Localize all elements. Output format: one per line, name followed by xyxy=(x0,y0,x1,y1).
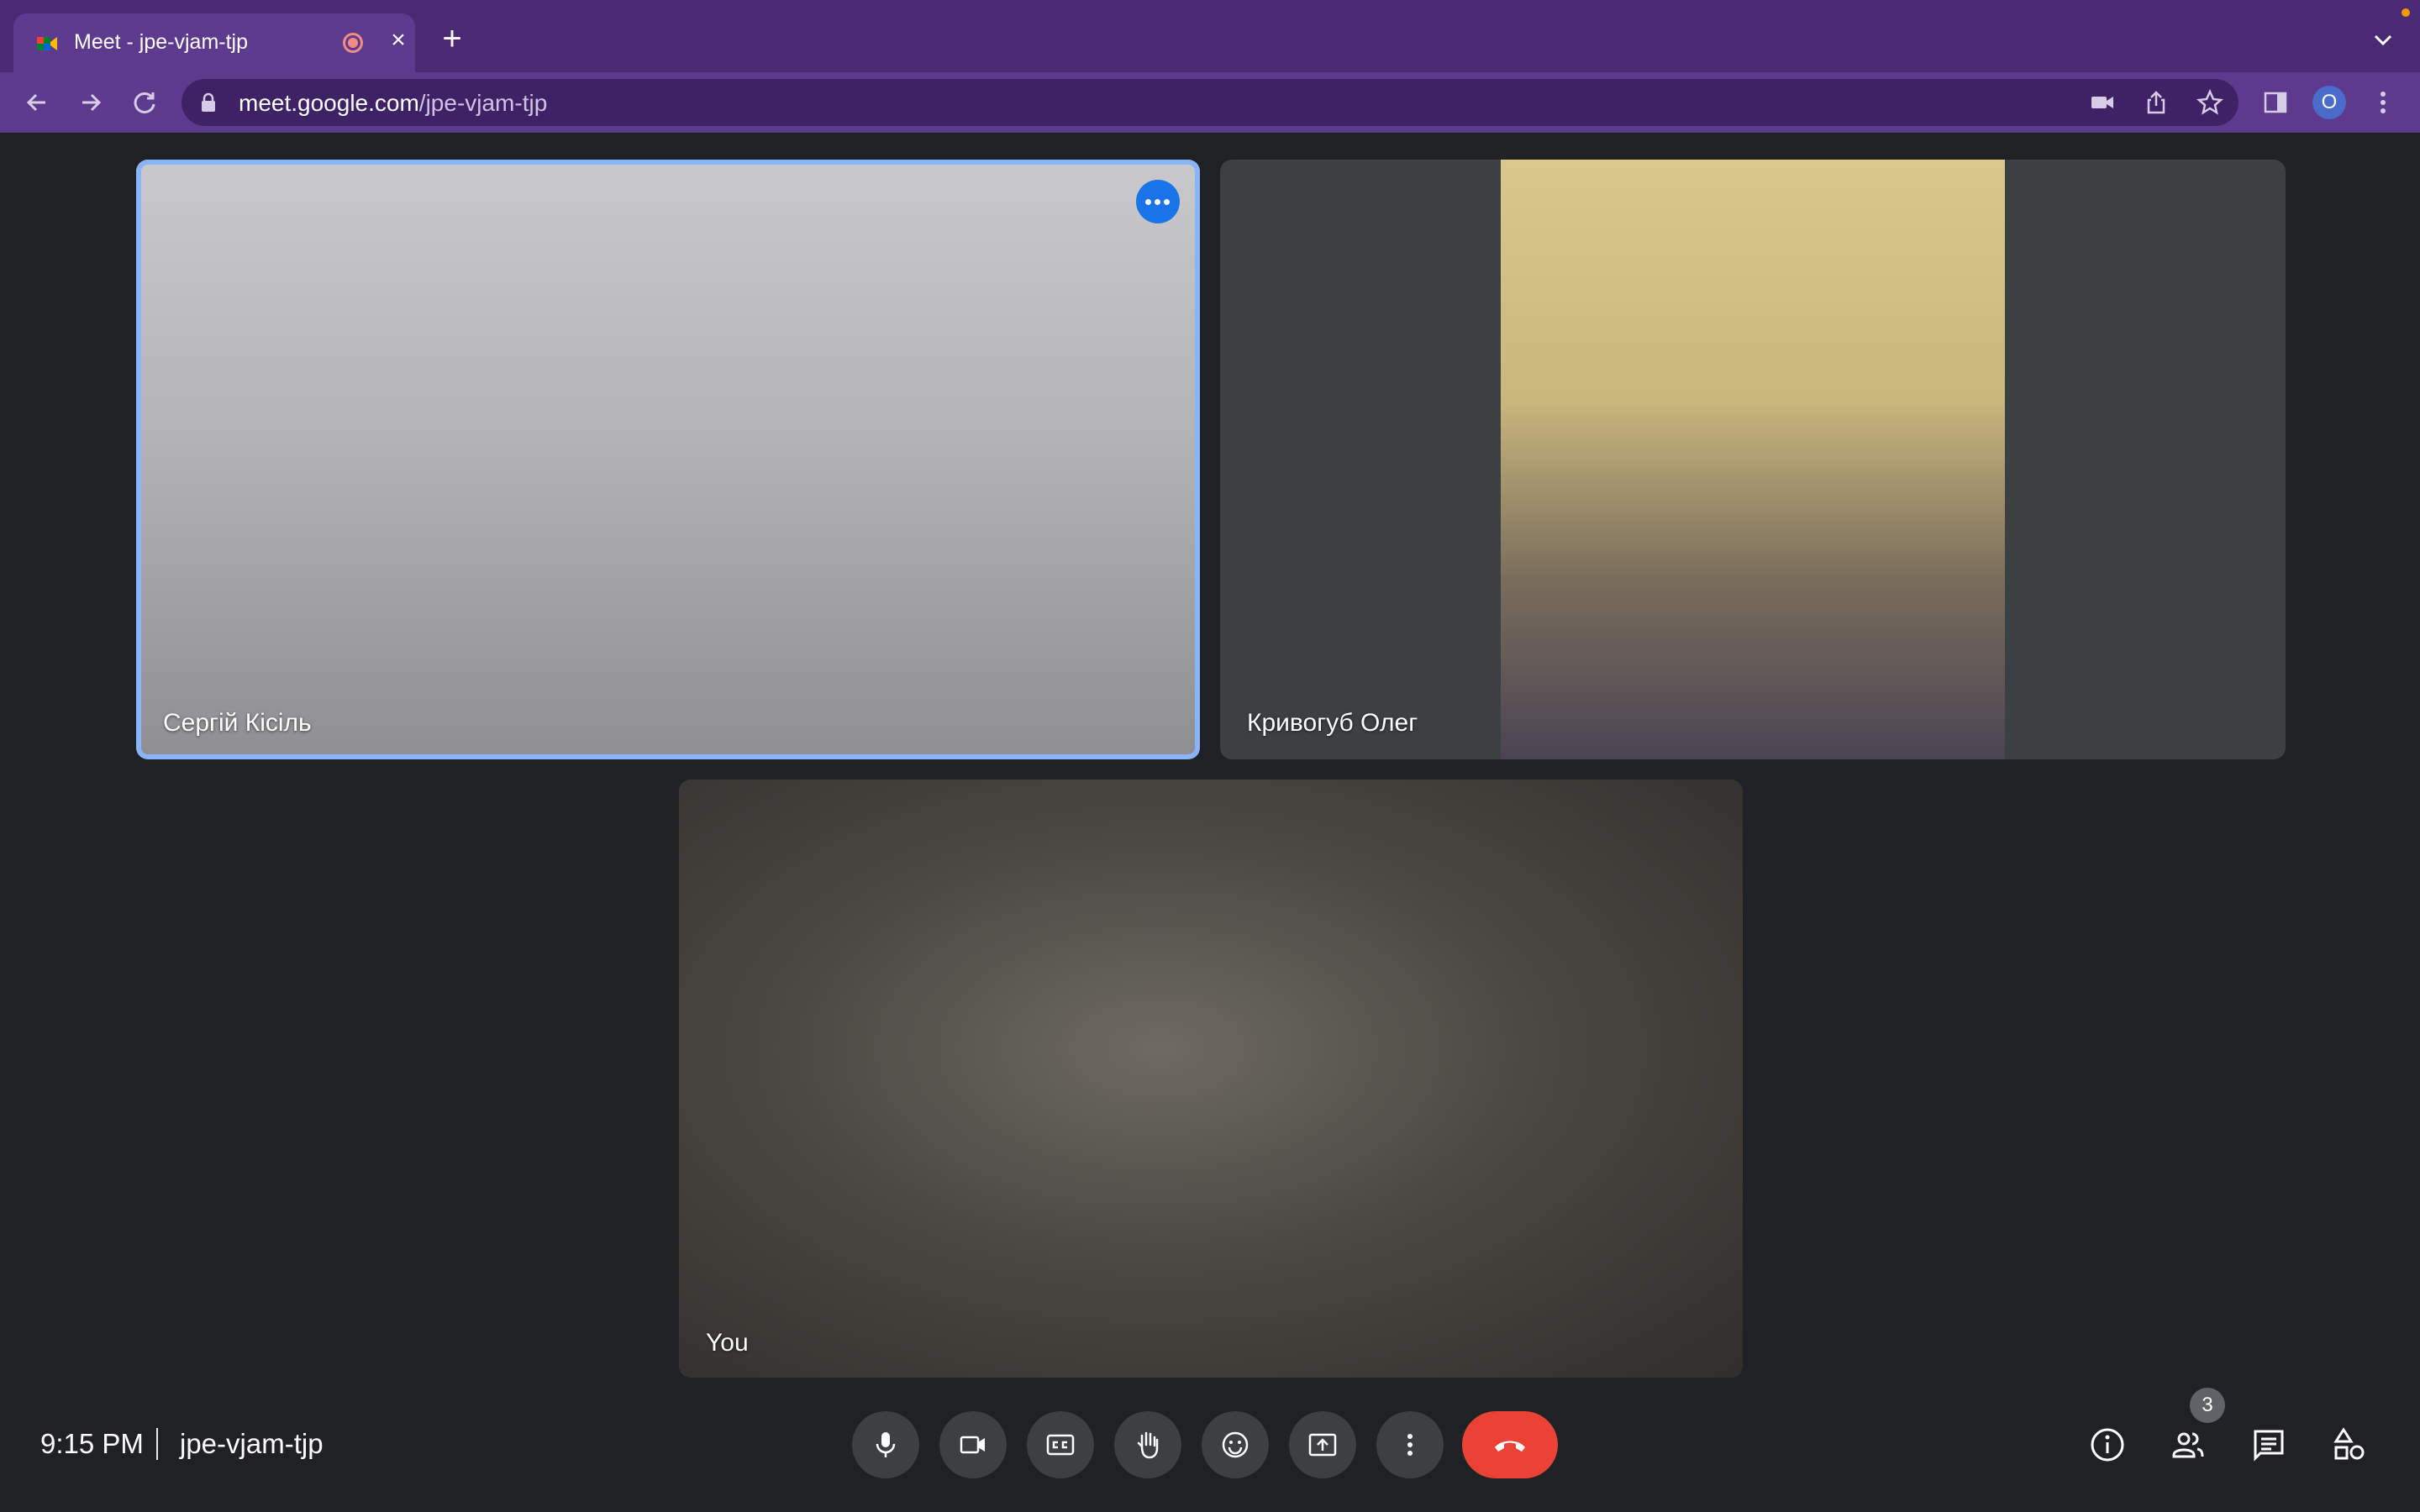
google-meet-favicon-icon xyxy=(37,37,57,50)
meeting-code: jpe-vjam-tjp xyxy=(180,1428,324,1459)
browser-tab-strip: Meet - jpe-vjam-tjp × + xyxy=(0,0,2420,72)
participant-name: Кривогуб Олег xyxy=(1247,709,1418,737)
tile-more-options-button[interactable] xyxy=(1136,180,1180,223)
participant-video xyxy=(679,780,1743,1378)
participant-tile-oleh[interactable]: Кривогуб Олег xyxy=(1220,160,2286,759)
participant-tile-sergii[interactable]: Сергій Кісіль xyxy=(136,160,1200,759)
people-icon[interactable] xyxy=(2168,1425,2208,1465)
captions-button[interactable] xyxy=(1027,1411,1094,1478)
profile-avatar[interactable]: O xyxy=(2312,86,2346,119)
kebab-menu-icon[interactable] xyxy=(2365,84,2402,121)
tab-search-chevron-icon[interactable] xyxy=(2368,25,2398,55)
new-tab-button[interactable]: + xyxy=(435,22,469,55)
forward-icon[interactable] xyxy=(72,84,109,121)
lock-icon[interactable] xyxy=(200,92,217,113)
present-screen-icon xyxy=(1308,1433,1337,1457)
camera-button[interactable] xyxy=(939,1411,1007,1478)
back-icon[interactable] xyxy=(18,84,55,121)
url-path: /jpe-vjam-tjp xyxy=(418,90,548,116)
reload-icon[interactable] xyxy=(126,84,163,121)
microphone-button[interactable] xyxy=(852,1411,919,1478)
activities-icon[interactable] xyxy=(2329,1425,2370,1465)
camera-icon xyxy=(960,1436,985,1454)
participant-name: Сергій Кісіль xyxy=(163,709,312,737)
raise-hand-icon xyxy=(1137,1431,1159,1459)
camera-blocked-icon[interactable] xyxy=(2087,87,2118,118)
browser-tab-meet[interactable]: Meet - jpe-vjam-tjp × xyxy=(13,13,415,72)
browser-toolbar: meet.google.com/jpe-vjam-tjp O xyxy=(0,72,2420,133)
participant-video xyxy=(1501,160,2005,759)
hang-up-button[interactable] xyxy=(1462,1411,1558,1478)
active-speaker-border xyxy=(136,160,1200,759)
chat-icon[interactable] xyxy=(2249,1425,2289,1465)
share-icon[interactable] xyxy=(2141,87,2171,118)
emoji-icon xyxy=(1222,1431,1249,1458)
present-screen-button[interactable] xyxy=(1289,1411,1356,1478)
emoji-reactions-button[interactable] xyxy=(1202,1411,1269,1478)
participant-count-badge: 3 xyxy=(2190,1388,2225,1423)
recording-indicator-icon xyxy=(343,33,363,53)
url-host: meet.google.com xyxy=(239,90,419,116)
tab-title: Meet - jpe-vjam-tjp xyxy=(74,30,248,54)
address-bar[interactable]: meet.google.com/jpe-vjam-tjp xyxy=(182,79,2238,126)
participant-name: You xyxy=(706,1329,749,1357)
participant-tile-self[interactable]: You xyxy=(679,780,1743,1378)
hang-up-icon xyxy=(1495,1441,1525,1452)
bookmark-star-icon[interactable] xyxy=(2195,87,2225,118)
meeting-time: 9:15 PM xyxy=(40,1428,144,1459)
meeting-info-divider xyxy=(156,1428,158,1460)
more-options-button[interactable] xyxy=(1376,1411,1444,1478)
side-panel-icon[interactable] xyxy=(2257,84,2294,121)
mic-icon xyxy=(876,1432,896,1457)
tab-close-icon[interactable]: × xyxy=(383,25,413,55)
url-text: meet.google.com/jpe-vjam-tjp xyxy=(239,90,547,117)
more-options-icon xyxy=(1407,1434,1413,1456)
raise-hand-button[interactable] xyxy=(1114,1411,1181,1478)
captions-icon xyxy=(1046,1434,1075,1456)
update-indicator-dot xyxy=(2402,8,2410,17)
info-icon[interactable] xyxy=(2087,1425,2128,1465)
